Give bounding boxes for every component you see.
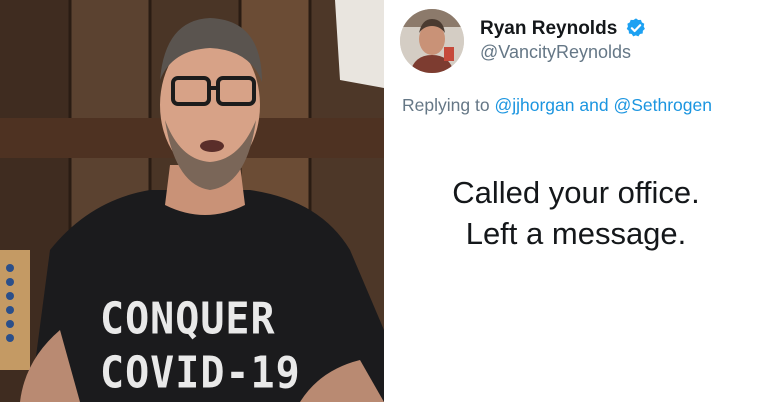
author-name[interactable]: Ryan Reynolds xyxy=(480,18,617,40)
tweet-text-line-1: Called your office. xyxy=(452,175,700,210)
shirt-text-line-1: CONQUER xyxy=(100,293,276,345)
tweet-card: Ryan Reynolds @VancityReynolds Replying … xyxy=(384,0,768,402)
reply-context: Replying to @jjhorgan and @Sethrogen xyxy=(402,95,712,116)
video-still: CONQUER COVID-19 xyxy=(0,0,384,402)
avatar[interactable] xyxy=(400,9,464,73)
avatar-image xyxy=(400,9,464,73)
mention-link-jjhorgan[interactable]: @jjhorgan xyxy=(494,95,574,115)
tweet-text: Called your office. Left a message. xyxy=(384,172,768,254)
shirt-text-line-2: COVID-19 xyxy=(100,347,301,399)
author-handle[interactable]: @VancityReynolds xyxy=(480,42,631,63)
mention-link-sethrogen[interactable]: @Sethrogen xyxy=(613,95,712,115)
tweet-text-line-2: Left a message. xyxy=(465,216,687,251)
reply-prefix: Replying to xyxy=(402,95,490,115)
verified-badge-icon xyxy=(626,18,645,37)
reply-conjunction: and xyxy=(579,95,609,115)
